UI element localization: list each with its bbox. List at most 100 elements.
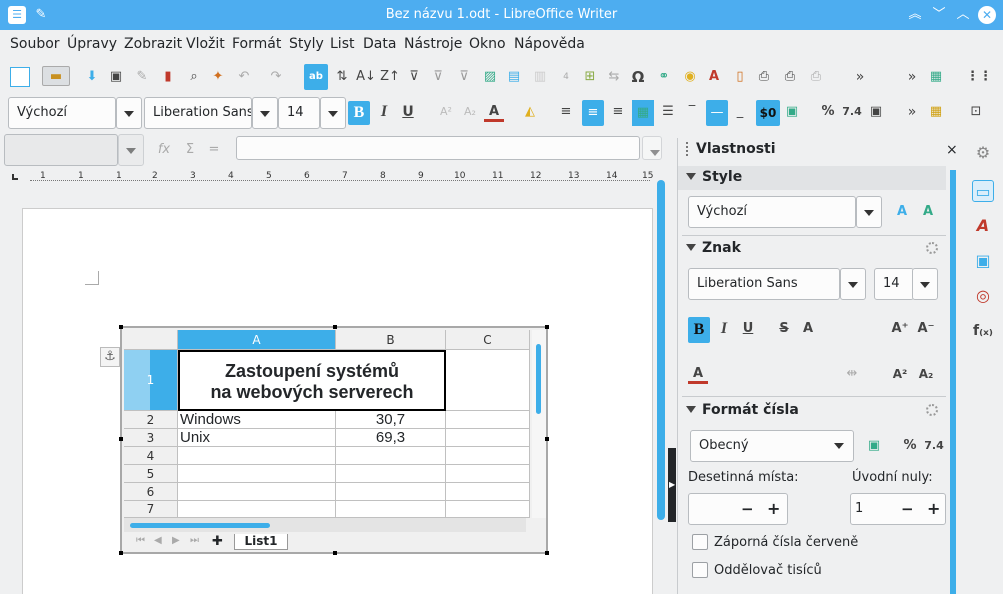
- reset-filter-icon[interactable]: ⊽: [454, 67, 474, 87]
- font-size-dropdown[interactable]: 14: [278, 97, 320, 129]
- cell-b2[interactable]: 30,7: [336, 411, 446, 429]
- clone-formatting-icon[interactable]: ✦: [208, 67, 228, 87]
- tab-stop-icon[interactable]: [12, 174, 18, 180]
- next-sheet-icon[interactable]: ▶: [172, 535, 180, 546]
- sidebar-settings-icon[interactable]: ⚙: [972, 142, 994, 164]
- functions-deck-icon[interactable]: f₍ₓ₎: [972, 320, 994, 342]
- menu-tools[interactable]: Nástroje: [404, 36, 462, 52]
- borders-icon[interactable]: ▦: [926, 102, 946, 122]
- italic-icon[interactable]: I: [374, 102, 394, 122]
- subscript-icon[interactable]: A₂: [460, 102, 480, 122]
- document-vscroll-thumb[interactable]: [657, 180, 665, 520]
- currency-format-icon[interactable]: $0: [756, 100, 780, 126]
- column-header-a[interactable]: A: [178, 330, 336, 350]
- number-format-dropdown[interactable]: Obecný: [690, 430, 854, 462]
- row-header-1[interactable]: 1: [124, 350, 178, 411]
- menu-help[interactable]: Nápověda: [514, 36, 585, 52]
- sidebar-font-dropdown[interactable]: Liberation Sans: [688, 268, 840, 300]
- freeze-icon[interactable]: ⎙: [806, 67, 826, 87]
- cell-c4[interactable]: [446, 447, 530, 465]
- column-header-c[interactable]: C: [446, 330, 530, 350]
- autofilter-icon[interactable]: ⊽: [404, 67, 424, 87]
- edit-icon[interactable]: ✎: [132, 67, 152, 87]
- print-direct-icon[interactable]: ⎙: [780, 67, 800, 87]
- hyperlink-icon[interactable]: ⚭: [654, 67, 674, 87]
- cell-b4[interactable]: [336, 447, 446, 465]
- decrease-font-icon[interactable]: A⁻: [916, 319, 936, 339]
- insert-chart-icon[interactable]: ▤: [504, 67, 524, 87]
- paragraph-style-dropdown[interactable]: Výchozí: [8, 97, 116, 129]
- font-name-arrow[interactable]: [252, 97, 278, 129]
- resize-handle[interactable]: [119, 551, 123, 555]
- menu-sheet[interactable]: List: [330, 36, 354, 52]
- sidebar-underline-icon[interactable]: U: [738, 319, 758, 339]
- toolbar-overflow-2-icon[interactable]: »: [902, 67, 922, 87]
- sidebar-italic-icon[interactable]: I: [714, 319, 734, 339]
- formula-icon[interactable]: =: [204, 140, 224, 160]
- sidebar-currency-icon[interactable]: ▣: [864, 436, 884, 456]
- sort-icon[interactable]: ⇅: [332, 67, 352, 87]
- first-sheet-icon[interactable]: ⏮: [136, 535, 145, 546]
- cell-c1[interactable]: [446, 350, 530, 411]
- cell-a7[interactable]: [178, 501, 336, 518]
- cell-c7[interactable]: [446, 501, 530, 518]
- leading-minus-button[interactable]: −: [901, 500, 914, 518]
- headers-footers-icon[interactable]: ▯: [730, 67, 750, 87]
- pivot-table-icon[interactable]: ▥: [530, 67, 550, 87]
- sidebar-toggle-icon[interactable]: ▦: [926, 67, 946, 87]
- char-section-header[interactable]: Znak: [678, 237, 946, 261]
- row-header-7[interactable]: 7: [124, 501, 178, 518]
- resize-handle[interactable]: [333, 325, 337, 329]
- toolbar-menu-icon[interactable]: ⋮⋮: [966, 67, 992, 87]
- close-icon[interactable]: ✕: [978, 6, 996, 24]
- function-wizard-icon[interactable]: fx: [154, 140, 174, 160]
- menu-file[interactable]: Soubor: [10, 36, 60, 52]
- cell-c5[interactable]: [446, 465, 530, 483]
- leading-zeros-stepper[interactable]: 1 − +: [850, 493, 946, 525]
- underline-icon[interactable]: U: [398, 102, 418, 122]
- title-cell[interactable]: Zastoupení systémů na webových serverech: [178, 350, 446, 411]
- column-header-b[interactable]: B: [336, 330, 446, 350]
- char-more-options-icon[interactable]: [926, 242, 938, 254]
- font-color-icon[interactable]: A: [484, 102, 504, 122]
- menu-data[interactable]: Data: [363, 36, 396, 52]
- font-name-dropdown[interactable]: Liberation Sans: [144, 97, 252, 129]
- merge-cells-icon[interactable]: ▦: [632, 100, 654, 126]
- name-box-arrow[interactable]: [118, 134, 144, 166]
- sidebar-superscript-icon[interactable]: A²: [890, 364, 910, 384]
- cell-a5[interactable]: [178, 465, 336, 483]
- cell-a3[interactable]: Unix: [178, 429, 336, 447]
- bold-icon[interactable]: B: [348, 101, 370, 125]
- insert-image-icon[interactable]: ▨: [480, 67, 500, 87]
- update-style-icon[interactable]: A: [892, 202, 912, 222]
- new-style-icon[interactable]: A: [918, 202, 938, 222]
- formula-input[interactable]: [236, 136, 640, 160]
- sidebar-decimal-icon[interactable]: 7.4: [924, 436, 944, 456]
- sheet-corner[interactable]: [124, 330, 178, 350]
- sort-descending-icon[interactable]: Z↑: [380, 67, 400, 87]
- align-left-icon[interactable]: ≡: [556, 102, 576, 122]
- cell-c2[interactable]: [446, 411, 530, 429]
- cell-a6[interactable]: [178, 483, 336, 501]
- horizontal-ruler[interactable]: 1 1 1 2 3 4 5 6 7 8 9 10 11 12 13 14 15: [10, 168, 655, 188]
- sidebar-bold-icon[interactable]: B: [688, 317, 710, 343]
- cell-b7[interactable]: [336, 501, 446, 518]
- sheet-tab-list1[interactable]: List1: [234, 534, 288, 550]
- toolbar-overflow-icon[interactable]: »: [850, 67, 870, 87]
- row-header-5[interactable]: 5: [124, 465, 178, 483]
- add-sheet-icon[interactable]: ✚: [212, 534, 223, 549]
- cell-a2[interactable]: Windows: [178, 411, 336, 429]
- save-icon[interactable]: ▣: [106, 67, 126, 87]
- cell-c6[interactable]: [446, 483, 530, 501]
- sidebar-style-dropdown[interactable]: Výchozí: [688, 196, 856, 228]
- export-icon[interactable]: ⬇: [82, 67, 102, 87]
- sheet-vscroll-thumb[interactable]: [536, 344, 541, 414]
- sidebar-subscript-icon[interactable]: A₂: [916, 364, 936, 384]
- superscript-icon[interactable]: A²: [436, 102, 456, 122]
- toolbar2-menu-icon[interactable]: ⊡: [966, 102, 986, 122]
- resize-handle[interactable]: [119, 325, 123, 329]
- last-sheet-icon[interactable]: ⏭: [190, 535, 199, 546]
- menu-view[interactable]: Zobrazit: [124, 36, 182, 52]
- print-icon[interactable]: ⎙: [754, 67, 774, 87]
- align-middle-icon[interactable]: —: [706, 100, 728, 126]
